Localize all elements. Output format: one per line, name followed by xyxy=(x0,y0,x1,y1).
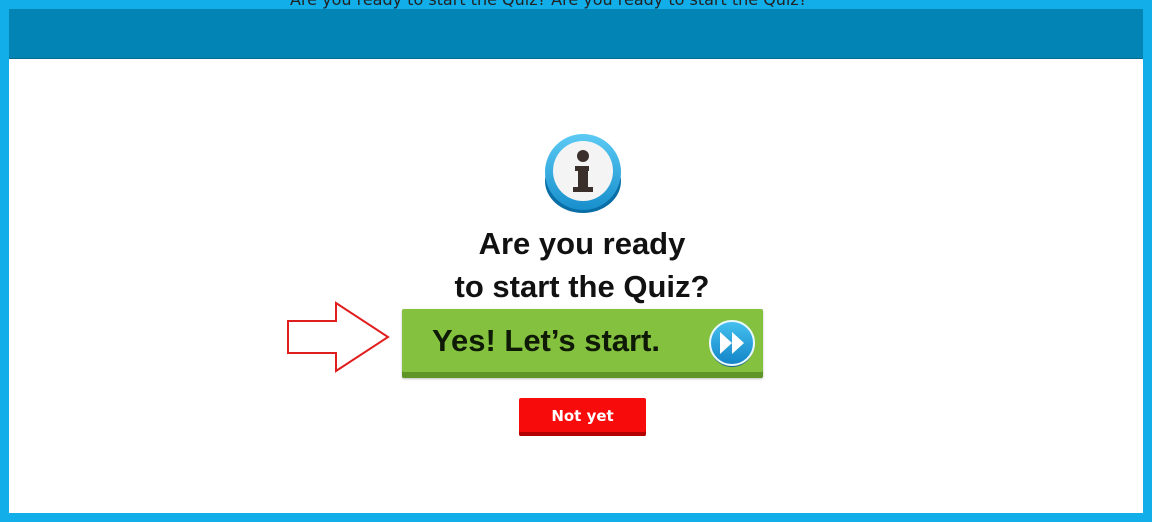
info-icon xyxy=(543,134,623,214)
question-line-2: to start the Quiz? xyxy=(454,269,710,304)
question-line-1: Are you ready xyxy=(478,226,686,261)
start-button-label: Yes! Let’s start. xyxy=(432,323,661,358)
start-quiz-button[interactable]: Yes! Let’s start. xyxy=(402,309,763,378)
fast-forward-icon xyxy=(707,318,757,368)
arrow-right-icon xyxy=(286,301,390,373)
clipped-top-text: Are you ready to start the Quiz? Are you… xyxy=(290,0,807,9)
header-bar xyxy=(9,9,1143,59)
not-yet-button[interactable]: Not yet xyxy=(519,398,646,436)
quiz-question: Are you ready to start the Quiz? xyxy=(376,222,788,308)
